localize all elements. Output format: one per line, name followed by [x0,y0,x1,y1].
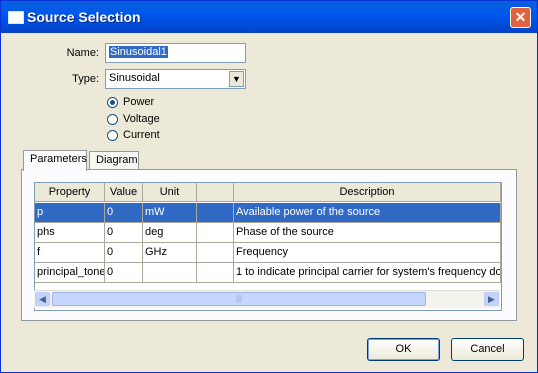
radio-label: Power [123,96,155,109]
cell-property: phs [35,223,105,243]
cell-unit[interactable]: GHz [143,243,197,263]
radio-voltage[interactable]: Voltage [107,113,160,127]
column-header-blank[interactable] [197,183,234,202]
cell-description: Frequency [234,243,501,263]
column-header-description[interactable]: Description [234,183,501,202]
table-row[interactable]: p 0 mW Available power of the source [35,203,501,223]
cell-value[interactable]: 0 [105,203,143,223]
type-label: Type: [72,73,99,85]
cell-description: 1 to indicate principal carrier for syst… [234,263,501,283]
cell-unit[interactable]: deg [143,223,197,243]
cell-value[interactable]: 0 [105,243,143,263]
cell-extra [197,203,234,223]
cell-extra [197,243,234,263]
radio-power[interactable]: Power [107,96,154,110]
name-value: Sinusoidal1 [109,46,168,58]
column-header-property[interactable]: Property [35,183,105,202]
radio-circle [107,113,118,125]
table-row[interactable]: f 0 GHz Frequency [35,243,501,263]
radio-label: Voltage [123,113,160,126]
ok-button[interactable]: OK [367,338,440,361]
window-icon [8,11,24,24]
radio-circle [107,96,118,108]
cell-description: Available power of the source [234,203,501,223]
cell-unit[interactable] [143,263,197,283]
chevron-right-icon[interactable]: ▶ [484,292,499,306]
tab-parameters[interactable]: Parameters [23,150,87,171]
cell-description: Phase of the source [234,223,501,243]
column-header-value[interactable]: Value [105,183,143,202]
cell-extra [197,223,234,243]
chevron-left-icon[interactable]: ◀ [35,292,50,306]
close-button[interactable]: ✕ [510,7,531,28]
source-selection-dialog: Source Selection ✕ Name: Sinusoidal1 Typ… [0,0,538,373]
cell-extra [197,263,234,283]
table-header: Property Value Unit Description [35,183,501,202]
radio-current[interactable]: Current [107,129,160,143]
table-row[interactable]: phs 0 deg Phase of the source [35,223,501,243]
title-bar[interactable]: Source Selection ✕ [1,1,537,33]
cell-value[interactable]: 0 [105,263,143,283]
table-row[interactable]: principal_tone 0 1 to indicate principal… [35,263,501,283]
cell-property: p [35,203,105,223]
close-icon: ✕ [514,9,527,25]
cell-unit[interactable]: mW [143,203,197,223]
cell-property: f [35,243,105,263]
cancel-button[interactable]: Cancel [451,338,524,361]
name-field[interactable]: Sinusoidal1 [105,43,246,63]
window-title: Source Selection [27,9,141,25]
cell-value[interactable]: 0 [105,223,143,243]
horizontal-scrollbar[interactable]: ◀ ||| ▶ [34,290,500,308]
type-value: Sinusoidal [109,72,160,84]
name-label: Name: [66,47,99,59]
radio-circle [107,129,118,141]
scroll-thumb[interactable]: ||| [52,292,426,306]
radio-label: Current [123,129,160,142]
column-header-unit[interactable]: Unit [143,183,197,202]
tab-diagram[interactable]: Diagram [89,151,139,169]
cell-property: principal_tone [35,263,105,283]
type-select[interactable]: Sinusoidal ▼ [105,69,246,89]
chevron-down-icon[interactable]: ▼ [229,71,244,87]
